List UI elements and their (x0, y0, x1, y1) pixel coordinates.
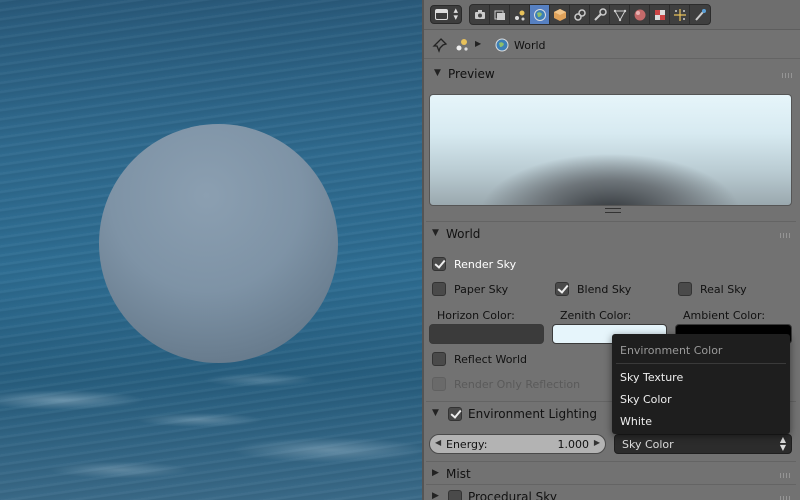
divider (426, 461, 796, 462)
real-sky-label: Real Sky (700, 282, 747, 296)
energy-field[interactable]: ◀ Energy: 1.000 ▶ (429, 434, 606, 454)
menu-separator (616, 363, 786, 364)
environment-color-menu: Environment Color Sky Texture Sky Color … (612, 334, 790, 434)
checkbox-icon (432, 282, 446, 296)
divider (426, 484, 796, 485)
paper-sky-checkbox[interactable]: Paper Sky (432, 282, 508, 296)
blend-sky-label: Blend Sky (577, 282, 632, 296)
updown-arrows-icon: ▲ ▼ (779, 435, 786, 452)
checkbox-icon (432, 377, 446, 391)
world-preview (429, 94, 792, 206)
environment-color-value: Sky Color (622, 438, 674, 451)
blend-sky-checkbox[interactable]: Blend Sky (555, 282, 631, 296)
increment-arrow-icon[interactable]: ▶ (594, 438, 600, 447)
mist-panel-header[interactable]: ▶ Mist (426, 464, 796, 486)
drag-grip-icon[interactable] (780, 233, 792, 238)
checkbox-checked-icon (432, 257, 446, 271)
zenith-color-label: Zenith Color: (560, 309, 632, 322)
procedural-sky-panel-header[interactable]: ▶ Procedural Sky (426, 487, 796, 500)
procedural-sky-title: Procedural Sky (468, 490, 557, 500)
mist-panel-title: Mist (446, 467, 471, 481)
render-sky-label: Render Sky (454, 257, 517, 271)
ambient-color-label: Ambient Color: (683, 309, 766, 322)
collapse-triangle-icon: ▼ (432, 408, 439, 418)
world-panel-title: World (446, 227, 481, 241)
checkbox-icon (432, 352, 446, 366)
environment-color-select[interactable]: Sky Color ▲ ▼ (614, 434, 792, 454)
sphere-object[interactable] (99, 124, 338, 363)
ocean-foam (0, 360, 422, 500)
drag-grip-icon[interactable] (780, 496, 792, 500)
reflect-world-checkbox[interactable]: Reflect World (432, 352, 527, 366)
decrement-arrow-icon[interactable]: ◀ (435, 438, 441, 447)
menu-title: Environment Color (620, 344, 723, 357)
3d-viewport[interactable] (0, 0, 422, 500)
blender-window: ▴ ▾ ▶ World ▼ Preview ▼ World Render Sky… (0, 0, 800, 500)
checkbox-checked-icon (555, 282, 569, 296)
reflect-world-label: Reflect World (454, 352, 527, 366)
real-sky-checkbox[interactable]: Real Sky (678, 282, 747, 296)
energy-label: Energy: (446, 438, 488, 451)
expand-triangle-icon: ▶ (432, 468, 439, 478)
render-sky-checkbox[interactable]: Render Sky (432, 257, 516, 271)
procedural-sky-checkbox[interactable] (448, 490, 462, 500)
env-lighting-checkbox[interactable] (448, 407, 462, 421)
expand-triangle-icon: ▶ (432, 491, 439, 500)
horizon-color-swatch[interactable] (429, 324, 544, 344)
drag-grip-icon[interactable] (780, 473, 792, 478)
menu-item-sky-texture[interactable]: Sky Texture (620, 371, 780, 389)
world-panel-header[interactable]: ▼ World (426, 224, 796, 246)
collapse-triangle-icon: ▼ (432, 228, 439, 238)
energy-value: 1.000 (557, 438, 590, 451)
render-only-reflection-label: Render Only Reflection (454, 377, 581, 391)
menu-item-sky-color[interactable]: Sky Color (620, 393, 780, 411)
render-only-reflection-checkbox[interactable]: Render Only Reflection (432, 377, 580, 391)
preview-resize-handle[interactable] (605, 208, 621, 213)
divider (426, 221, 796, 222)
menu-item-white[interactable]: White (620, 415, 780, 433)
checkbox-icon (678, 282, 692, 296)
paper-sky-label: Paper Sky (454, 282, 509, 296)
env-lighting-title: Environment Lighting (468, 407, 597, 421)
horizon-color-label: Horizon Color: (437, 309, 515, 322)
